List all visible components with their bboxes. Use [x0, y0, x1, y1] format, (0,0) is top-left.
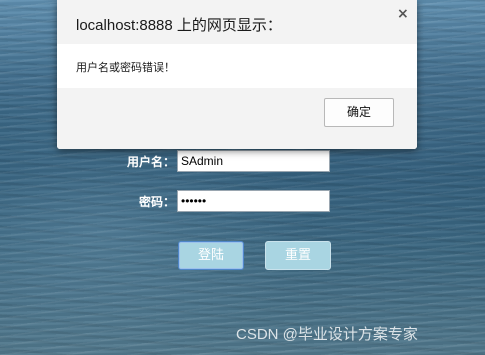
dialog-body: 用户名或密码错误！	[57, 44, 417, 88]
close-icon[interactable]: ×	[397, 6, 409, 22]
dialog-footer: 确定	[57, 88, 417, 149]
login-button[interactable]: 登陆	[178, 241, 244, 270]
password-input[interactable]: ••••••	[177, 190, 330, 212]
ok-button[interactable]: 确定	[324, 98, 394, 127]
reset-button[interactable]: 重置	[265, 241, 331, 270]
dialog-title: localhost:8888 上的网页显示：	[76, 17, 282, 34]
dialog-message: 用户名或密码错误！	[76, 61, 175, 74]
username-input[interactable]: SAdmin	[177, 150, 330, 172]
dialog-header: localhost:8888 上的网页显示： ×	[57, 0, 417, 44]
password-label: 密码：	[138, 195, 175, 209]
username-label: 用户名：	[126, 155, 175, 169]
watermark-text: CSDN @毕业设计方案专家	[236, 326, 418, 343]
alert-dialog: localhost:8888 上的网页显示： × 用户名或密码错误！ 确定	[57, 0, 417, 149]
